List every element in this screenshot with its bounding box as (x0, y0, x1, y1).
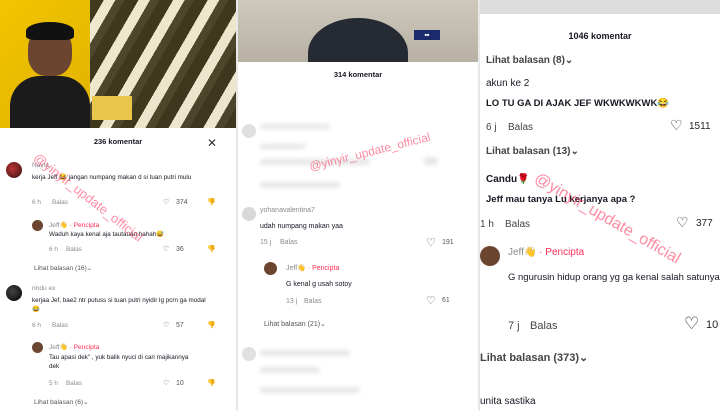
like-count: 10 (706, 319, 719, 331)
comment-time: 1 h (480, 219, 494, 230)
creator-badge: · Pencipta (69, 344, 100, 351)
comment-text: kerja Jeff 😂 jangan numpang makan d si t… (32, 174, 192, 181)
video-frame: ■■ (238, 0, 478, 88)
like-count: 191 (442, 239, 454, 246)
comment-time: 6 h (32, 322, 41, 329)
view-replies-link[interactable]: Lihat balasan (13)⌄ (486, 146, 579, 157)
like-count: 1511 (689, 121, 711, 132)
screenshot-panel-2: ■■ 314 komentar yohanavalentina7 udah nu… (238, 0, 478, 411)
heart-icon[interactable]: ♡ (670, 117, 683, 134)
comment-username[interactable]: Candu🌹 (486, 174, 530, 187)
reply-username[interactable]: Jeff👋 (508, 247, 536, 258)
close-icon[interactable]: ✕ (207, 136, 217, 150)
creator-badge: · Pencipta (307, 265, 340, 272)
reply-text: G ngurusin hidup orang yg ga kenal salah… (508, 272, 720, 283)
comment-time: 6 h (49, 246, 58, 253)
avatar[interactable] (6, 285, 22, 301)
reply-text: Tau apasi dek" , yuk balik nyuci di cari… (49, 354, 189, 370)
comment-username[interactable]: rindu ex (32, 285, 55, 292)
reply-button[interactable]: Balas (52, 199, 68, 206)
reply-button[interactable]: Balas (530, 320, 558, 332)
like-count: 10 (176, 380, 184, 387)
comment-time: 5 h (49, 380, 58, 387)
thumbs-down-icon[interactable]: 👎 (207, 245, 216, 253)
view-replies-link[interactable]: Lihat balasan (8)⌄ (486, 55, 573, 66)
reply-button[interactable]: Balas (304, 298, 322, 305)
comment-username[interactable]: unita sastika (480, 396, 536, 409)
heart-icon[interactable]: ♡ (684, 314, 699, 334)
like-count: 374 (176, 199, 188, 206)
comment-username[interactable]: Nayla (32, 162, 49, 169)
avatar[interactable] (6, 162, 22, 178)
video-frame (480, 0, 720, 14)
like-count: 61 (442, 297, 450, 304)
avatar[interactable] (480, 246, 500, 266)
creator-badge: · Pencipta (539, 247, 585, 258)
reply-button[interactable]: Balas (505, 219, 530, 230)
video-frame (0, 0, 236, 128)
view-replies-link[interactable]: Lihat balasan (6)⌄ (34, 398, 89, 406)
comment-text: udah numpang makan yaa (260, 223, 343, 230)
like-count: 57 (176, 322, 184, 329)
reply-button[interactable]: Balas (508, 122, 533, 133)
reply-button[interactable]: Balas (66, 380, 82, 387)
thumbs-down-icon[interactable]: 👎 (207, 379, 216, 387)
heart-icon[interactable]: ♡ (163, 321, 169, 329)
reply-button[interactable]: Balas (280, 239, 298, 246)
comment-text: LO TU GA DI AJAK JEF WKWKWKWK😂 (486, 98, 670, 109)
comment-sheet: 236 komentar ✕ Nayla kerja Jeff 😂 jangan… (0, 128, 236, 411)
thumbs-down-icon[interactable]: 👎 (207, 198, 216, 206)
creator-badge: · Pencipta (69, 222, 100, 229)
avatar[interactable] (242, 207, 256, 221)
comment-count: 314 komentar (333, 70, 383, 79)
reply-username[interactable]: Jeff👋 (286, 265, 306, 272)
comment-sheet: 314 komentar yohanavalentina7 udah numpa… (238, 62, 478, 411)
comment-text: Jeff mau tanya Lu kerjanya apa ? (486, 194, 636, 205)
comment-time: 13 j (286, 298, 298, 305)
comment-count: 1046 komentar (568, 31, 632, 41)
view-replies-link[interactable]: Lihat balasan (16)⌄ (34, 264, 92, 272)
avatar[interactable] (32, 220, 43, 231)
view-replies-link[interactable]: Lihat balasan (21)⌄ (264, 320, 326, 328)
heart-icon[interactable]: ♡ (676, 214, 689, 231)
screenshot-panel-1: 236 komentar ✕ Nayla kerja Jeff 😂 jangan… (0, 0, 236, 411)
reply-text: Waduh kaya kenal aja tautauan hahah😅 (49, 231, 165, 238)
comment-username[interactable]: akun ke 2 (486, 78, 529, 91)
reply-text: G kenal g usah sotoy (286, 281, 352, 288)
like-count: 377 (696, 218, 713, 229)
screenshot-panel-3: 1046 komentar Lihat balasan (8)⌄ akun ke… (480, 0, 720, 411)
comment-sheet: 1046 komentar Lihat balasan (8)⌄ akun ke… (480, 14, 720, 411)
heart-icon[interactable]: ♡ (163, 198, 169, 206)
reply-button[interactable]: Balas (66, 246, 82, 253)
comment-time: 15 j (260, 239, 272, 246)
brand-logo: ■■ (414, 30, 440, 40)
comment-count: 236 komentar (93, 137, 143, 146)
comment-time: 6 h (32, 199, 41, 206)
comment-time: 6 j (486, 122, 497, 133)
person-image (10, 20, 90, 128)
comment-time: 7 j (508, 320, 520, 332)
comment-text: kerjaa Jef, bae2 ntr putuss si tuan putr… (32, 297, 206, 313)
heart-icon[interactable]: ♡ (426, 294, 436, 307)
heart-icon[interactable]: ♡ (163, 379, 169, 387)
like-count: 36 (176, 246, 184, 253)
avatar[interactable] (264, 262, 277, 275)
view-replies-link[interactable]: Lihat balasan (373)⌄ (480, 351, 588, 364)
comment-username[interactable]: yohanavalentina7 (260, 207, 315, 214)
reply-username[interactable]: Jeff👋 (49, 222, 68, 229)
heart-icon[interactable]: ♡ (163, 245, 169, 253)
avatar[interactable] (32, 342, 43, 353)
heart-icon[interactable]: ♡ (426, 236, 436, 249)
reply-username[interactable]: Jeff👋 (49, 344, 68, 351)
thumbs-down-icon[interactable]: 👎 (207, 321, 216, 329)
reply-button[interactable]: Balas (52, 322, 68, 329)
